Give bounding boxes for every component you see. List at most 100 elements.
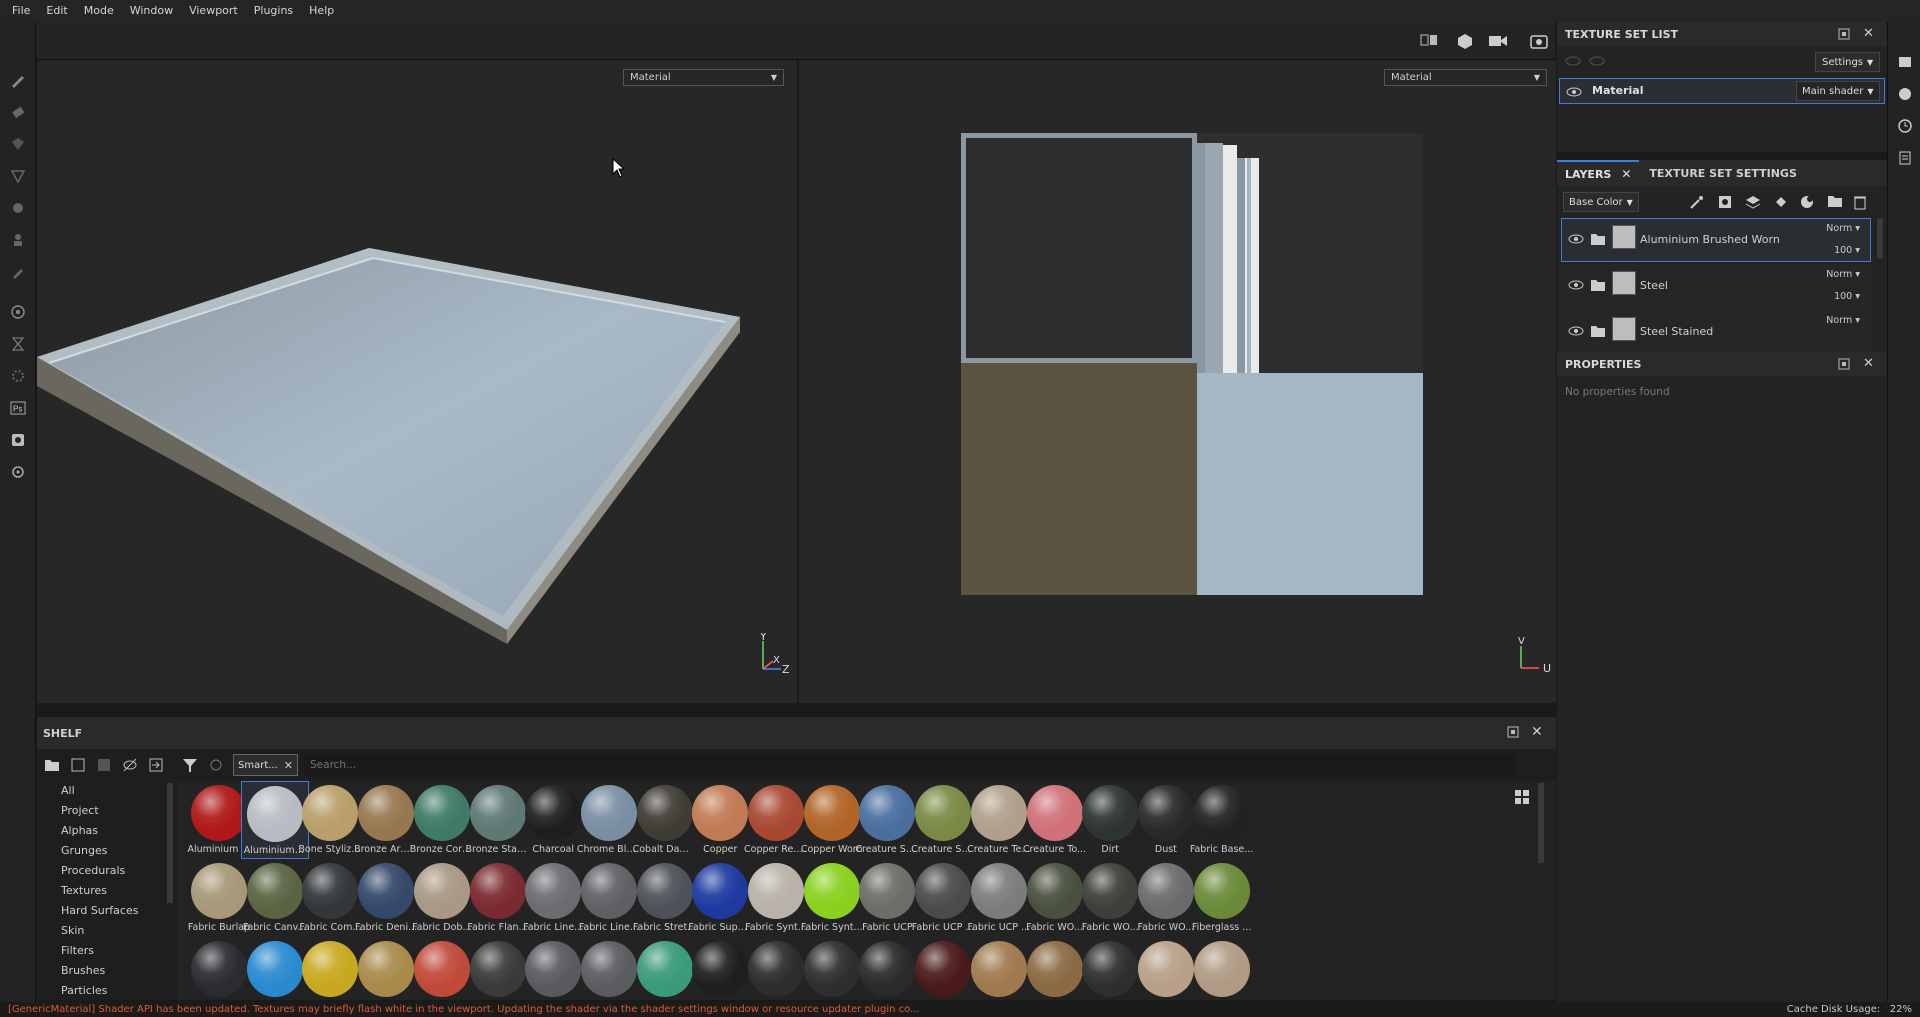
- clone-stamp-icon[interactable]: [0, 224, 36, 256]
- close-icon[interactable]: ✕: [1531, 724, 1543, 740]
- category-project[interactable]: Project: [37, 801, 177, 821]
- close-icon[interactable]: ✕: [1863, 356, 1874, 371]
- material-preview-sphere: [803, 785, 860, 841]
- save-icon[interactable]: [91, 752, 117, 778]
- filter-icon[interactable]: [177, 752, 203, 778]
- hourglass-icon[interactable]: [0, 328, 36, 360]
- viewport-2d-mode-select[interactable]: Material ▼: [1384, 69, 1547, 86]
- category-filters[interactable]: Filters: [37, 941, 177, 961]
- split-view-icon[interactable]: [1420, 32, 1438, 53]
- history-icon[interactable]: [1888, 110, 1920, 142]
- shader-select[interactable]: Main shader ▼: [1796, 81, 1880, 101]
- shelf-search-input[interactable]: [304, 754, 1517, 776]
- menu-item-mode[interactable]: Mode: [76, 0, 122, 22]
- chevron-down-icon: ▼: [1867, 86, 1874, 96]
- add-folder-icon[interactable]: [1827, 194, 1843, 211]
- layer-row[interactable]: Aluminium Brushed Worn Norm ▾ 100 ▾: [1561, 218, 1871, 262]
- category-all[interactable]: All: [37, 781, 177, 801]
- add-effect-icon[interactable]: [1689, 194, 1705, 213]
- undock-icon[interactable]: [1838, 358, 1850, 373]
- category-grunges[interactable]: Grunges: [37, 841, 177, 861]
- add-layer-icon[interactable]: [1745, 194, 1761, 213]
- import-icon[interactable]: [143, 752, 169, 778]
- category-brushes[interactable]: Brushes: [37, 961, 177, 981]
- add-generator-icon[interactable]: [1799, 194, 1815, 213]
- menu-item-file[interactable]: File: [4, 0, 38, 22]
- bake-icon[interactable]: [0, 296, 36, 328]
- display-settings-icon[interactable]: [1888, 78, 1920, 110]
- right-toolbar: [1887, 22, 1920, 1002]
- delete-layer-icon[interactable]: [1853, 194, 1867, 213]
- category-procedurals[interactable]: Procedurals: [37, 861, 177, 881]
- menu-item-plugins[interactable]: Plugins: [246, 0, 301, 22]
- paint-brush-icon[interactable]: [0, 64, 36, 96]
- cube-icon[interactable]: [1456, 32, 1474, 53]
- eye-icon[interactable]: [1568, 279, 1584, 294]
- menu-item-help[interactable]: Help: [301, 0, 342, 22]
- material-item[interactable]: [1188, 937, 1256, 1000]
- category-textures[interactable]: Textures: [37, 881, 177, 901]
- layer-blend-mode[interactable]: Norm ▾: [1826, 269, 1860, 280]
- hide-icon[interactable]: [117, 752, 143, 778]
- layer-opacity[interactable]: 100 ▾: [1834, 291, 1860, 302]
- tab-texture-set-settings[interactable]: TEXTURE SET SETTINGS: [1639, 160, 1806, 186]
- settings-gear-icon[interactable]: [0, 360, 36, 392]
- projection-icon[interactable]: [0, 128, 36, 160]
- eye-dim-icon[interactable]: [1565, 55, 1581, 70]
- polygon-fill-icon[interactable]: [0, 160, 36, 192]
- menu-item-window[interactable]: Window: [122, 0, 181, 22]
- eye-icon[interactable]: [1568, 325, 1584, 340]
- circle-toggle-icon[interactable]: [203, 752, 229, 778]
- layer-row[interactable]: Steel Norm ▾ 100 ▾: [1561, 264, 1871, 308]
- filter-tag[interactable]: Smart... ✕: [233, 754, 299, 776]
- material-preview-sphere: [1137, 863, 1194, 919]
- channel-select[interactable]: Base Color ▼: [1563, 192, 1639, 212]
- undock-icon[interactable]: [1507, 726, 1519, 741]
- material-item[interactable]: Fabric Base...: [1188, 781, 1256, 859]
- material-preview-sphere: [246, 786, 303, 842]
- color-picker-icon[interactable]: [0, 256, 36, 288]
- menu-item-edit[interactable]: Edit: [38, 0, 75, 22]
- viewport-2d[interactable]: Material ▼ V U: [799, 60, 1556, 703]
- layer-scrollbar[interactable]: [1877, 218, 1883, 258]
- smudge-icon[interactable]: [0, 192, 36, 224]
- status-message[interactable]: [GenericMaterial] Shader API has been up…: [8, 1004, 920, 1015]
- close-icon[interactable]: ✕: [1621, 167, 1631, 181]
- texture-set-item[interactable]: Material Main shader ▼: [1559, 78, 1885, 104]
- category-scrollbar[interactable]: [167, 783, 173, 903]
- menu-item-viewport[interactable]: Viewport: [181, 0, 246, 22]
- export-icon[interactable]: [0, 424, 36, 456]
- eraser-icon[interactable]: [0, 96, 36, 128]
- category-particles[interactable]: Particles: [37, 981, 177, 1001]
- remove-filter-icon[interactable]: ✕: [284, 759, 293, 772]
- viewport-3d[interactable]: Material ▼ Y X Z: [37, 60, 797, 703]
- eye-outline-icon[interactable]: [1589, 55, 1605, 70]
- layer-blend-mode[interactable]: Norm ▾: [1826, 315, 1860, 326]
- texture-set-list-icon[interactable]: [1888, 46, 1920, 78]
- material-item[interactable]: Fiberglass ...: [1188, 859, 1256, 937]
- folder-icon[interactable]: [39, 752, 65, 778]
- tab-layers[interactable]: LAYERS ✕: [1557, 160, 1640, 186]
- eye-icon[interactable]: [1568, 233, 1584, 248]
- add-mask-icon[interactable]: [1717, 194, 1733, 213]
- texture-set-settings-button[interactable]: Settings ▼: [1815, 52, 1881, 72]
- eye-icon[interactable]: [1566, 86, 1582, 101]
- new-folder-icon[interactable]: [65, 752, 91, 778]
- add-fill-layer-icon[interactable]: [1773, 194, 1789, 213]
- layer-row[interactable]: Steel Stained Norm ▾: [1561, 310, 1871, 352]
- layer-opacity[interactable]: 100 ▾: [1834, 245, 1860, 256]
- log-icon[interactable]: [1888, 142, 1920, 174]
- close-icon[interactable]: ✕: [1863, 26, 1874, 41]
- screenshot-camera-icon[interactable]: [1530, 32, 1548, 53]
- category-skin[interactable]: Skin: [37, 921, 177, 941]
- undock-icon[interactable]: [1838, 28, 1850, 43]
- photoshop-icon[interactable]: Ps: [0, 392, 36, 424]
- material-preview-sphere: [636, 863, 693, 919]
- grid-scrollbar[interactable]: [1538, 783, 1544, 863]
- category-hard-surfaces[interactable]: Hard Surfaces: [37, 901, 177, 921]
- layer-blend-mode[interactable]: Norm ▾: [1826, 223, 1860, 234]
- grid-view-icon[interactable]: [1514, 789, 1530, 808]
- camera-video-icon[interactable]: [1488, 32, 1508, 53]
- plugin-icon[interactable]: [0, 456, 36, 488]
- category-alphas[interactable]: Alphas: [37, 821, 177, 841]
